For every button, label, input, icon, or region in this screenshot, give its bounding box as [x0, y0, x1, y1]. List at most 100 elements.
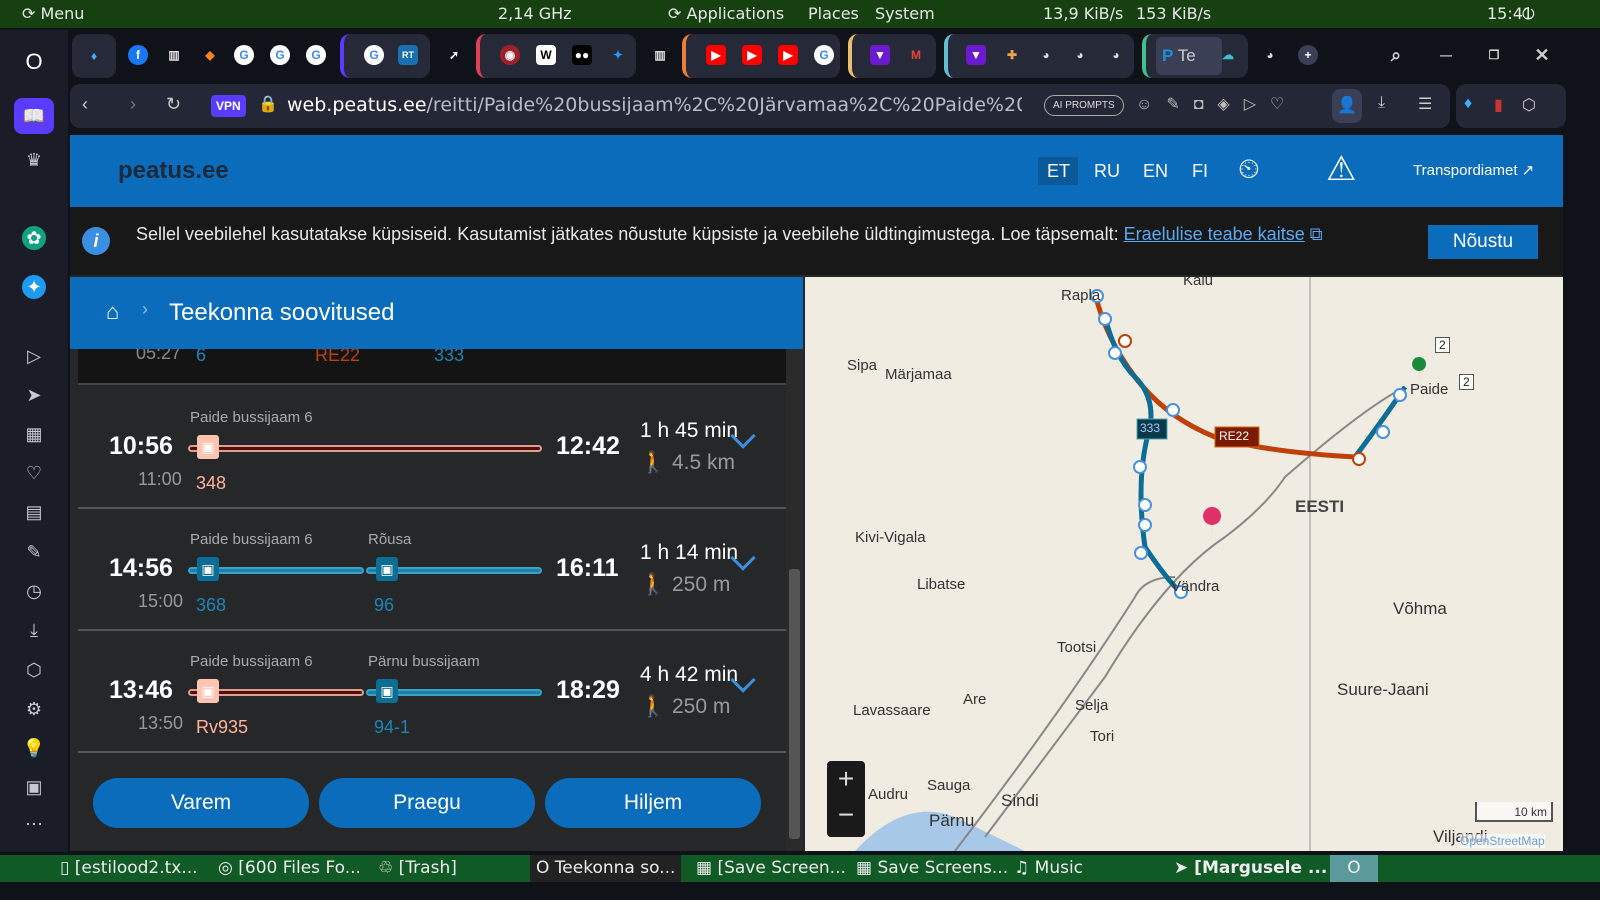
transport-link[interactable]: Transpordiamet ↗: [1413, 161, 1534, 179]
chatgpt-icon[interactable]: ✿: [22, 226, 46, 250]
site-logo[interactable]: peatus.ee: [118, 157, 229, 185]
download-icon[interactable]: ⤓: [22, 618, 46, 642]
lang-en[interactable]: EN: [1143, 161, 1168, 182]
taskbar-item[interactable]: ▦ Save Screens...: [856, 858, 1008, 878]
rt-tab-icon[interactable]: RT: [398, 45, 418, 65]
address-bar-actions[interactable]: ☺✎◘◈▷♡: [1136, 94, 1298, 114]
reader-icon[interactable]: 📖: [14, 98, 54, 134]
youtube-tab-icon[interactable]: ▶: [778, 45, 798, 65]
extension-icon[interactable]: ▮: [1494, 95, 1503, 115]
google-tab-icon[interactable]: G: [814, 45, 834, 65]
map-attribution[interactable]: OpenStreetMap: [1460, 834, 1545, 848]
taskbar-item[interactable]: ▦ [Save Screen...: [696, 858, 846, 878]
edit-icon[interactable]: ✎: [22, 540, 46, 564]
tab-icon[interactable]: ✚: [1002, 45, 1022, 65]
privacy-link[interactable]: Eraelulise teabe kaitse: [1124, 224, 1305, 244]
now-button[interactable]: Praegu: [319, 778, 535, 828]
warning-icon[interactable]: ⚠: [1326, 149, 1356, 189]
menu-button[interactable]: ⟳ Menu: [22, 4, 84, 23]
places-menu[interactable]: Places: [808, 4, 859, 23]
extension-icon[interactable]: ▣: [22, 775, 46, 799]
vpn-badge[interactable]: VPN: [211, 95, 246, 117]
archive-tab-icon[interactable]: ▥: [164, 45, 184, 65]
easy-setup-icon[interactable]: ☰: [1418, 94, 1432, 114]
forward-button[interactable]: ›: [130, 94, 136, 115]
globe-tab-icon[interactable]: ◕: [1070, 45, 1090, 65]
earlier-button[interactable]: Varem: [93, 778, 309, 828]
taskbar-item[interactable]: ➤ [Margusele ...: [1174, 858, 1327, 878]
youtube-tab-icon[interactable]: ▶: [706, 45, 726, 65]
metamask-tab-icon[interactable]: ◆: [200, 45, 220, 65]
zoom-in-button[interactable]: +: [827, 763, 865, 797]
applications-menu[interactable]: ⟳ Applications: [668, 4, 784, 23]
player-icon[interactable]: ▷: [22, 344, 46, 368]
taskbar-item[interactable]: ▯ [estilood2.tx...: [60, 858, 198, 878]
taskbar-item[interactable]: ♫ Music: [1014, 858, 1083, 878]
mail-tab-icon[interactable]: ▼: [870, 45, 890, 65]
restore-button[interactable]: ❐: [1484, 45, 1504, 65]
extension-icon[interactable]: ♦: [1464, 95, 1472, 113]
itinerary-row[interactable]: 13:46 13:50 Paide bussijaam 6 Pärnu buss…: [78, 631, 786, 753]
profile-icon[interactable]: 👤: [1332, 89, 1362, 123]
taskbar-item[interactable]: ♲ [Trash]: [378, 858, 457, 878]
taskbar-item-active[interactable]: O Teekonna so...: [530, 855, 682, 882]
globe-tab-icon[interactable]: ◕: [1106, 45, 1126, 65]
emi-tab-icon[interactable]: ➚: [444, 45, 464, 65]
archive-tab-icon[interactable]: ▥: [650, 45, 670, 65]
google-tab-icon[interactable]: G: [306, 45, 326, 65]
lang-ru[interactable]: RU: [1094, 161, 1120, 182]
taskbar-item[interactable]: ◎ [600 Files Fo...: [218, 858, 361, 878]
globe-tab-icon[interactable]: ◕: [1036, 45, 1056, 65]
workspace-switcher[interactable]: O: [1330, 855, 1378, 882]
news-icon[interactable]: ▤: [22, 500, 46, 524]
later-button[interactable]: Hiljem: [545, 778, 761, 828]
scrollbar-thumb[interactable]: [789, 569, 800, 839]
accept-cookies-button[interactable]: Nõustu: [1428, 225, 1538, 259]
cube-icon[interactable]: ⬡: [22, 658, 46, 682]
heart-icon[interactable]: ♡: [22, 461, 46, 485]
crown-icon[interactable]: ♛: [22, 148, 46, 172]
youtube-tab-icon[interactable]: ▶: [742, 45, 762, 65]
google-tab-icon[interactable]: G: [364, 45, 384, 65]
lang-fi[interactable]: FI: [1192, 161, 1208, 182]
map[interactable]: 333 RE22 2 2 Kaiu Rapla Sipa Märjamaa Pa…: [805, 277, 1563, 851]
ai-prompts-button[interactable]: AI PROMPTS: [1044, 95, 1124, 116]
tab-icon[interactable]: ◉: [500, 45, 520, 65]
google-tab-icon[interactable]: G: [270, 45, 290, 65]
google-tab-icon[interactable]: G: [234, 45, 254, 65]
tab-icon[interactable]: ♦: [84, 46, 104, 66]
globe-tab-icon[interactable]: ◕: [1260, 45, 1280, 65]
power-icon[interactable]: ⏻: [1522, 4, 1535, 24]
twitter-tab-icon[interactable]: ✦: [608, 45, 628, 65]
more-icon[interactable]: ⋯: [22, 812, 46, 836]
system-menu[interactable]: System: [875, 4, 935, 23]
mail-tab-icon[interactable]: ▼: [966, 45, 986, 65]
lang-et[interactable]: ET: [1047, 161, 1070, 182]
extensions-icon[interactable]: ⬡: [1522, 95, 1536, 115]
medium-tab-icon[interactable]: ●●: [572, 45, 592, 65]
lightbulb-icon[interactable]: 💡: [22, 736, 46, 760]
apps-icon[interactable]: ▦: [22, 422, 46, 446]
lock-icon[interactable]: 🔒: [258, 94, 278, 114]
back-button[interactable]: ‹: [82, 94, 88, 115]
minimize-button[interactable]: —: [1436, 45, 1456, 65]
close-window-button[interactable]: ✕: [1532, 45, 1552, 65]
scrollbar[interactable]: [786, 349, 803, 851]
itinerary-row[interactable]: 14:56 15:00 Paide bussijaam 6 Rõusa ▣ ▣ …: [78, 509, 786, 631]
gmail-tab-icon[interactable]: M: [906, 45, 926, 65]
tab-icon[interactable]: ☁: [1218, 45, 1238, 65]
home-icon[interactable]: ⌂: [106, 299, 119, 325]
history-icon[interactable]: ◷: [22, 579, 46, 603]
search-tabs-icon[interactable]: ⌕: [1386, 45, 1406, 65]
send-icon[interactable]: ➤: [22, 383, 46, 407]
downloads-icon[interactable]: ⤓: [1378, 94, 1385, 112]
url-field[interactable]: web.peatus.ee/reitti/Paide%20bussijaam%2…: [287, 94, 1022, 116]
timetable-icon[interactable]: ⏲: [1238, 153, 1260, 186]
new-tab-button[interactable]: +: [1298, 45, 1318, 65]
itinerary-row[interactable]: 10:56 11:00 Paide bussijaam 6 ▣ 348 12:4…: [78, 387, 786, 509]
itinerary-row-partial[interactable]: 05:27 6 RE22 333: [78, 349, 786, 385]
facebook-tab-icon[interactable]: f: [128, 45, 148, 65]
twitter-icon[interactable]: ✦: [22, 275, 46, 299]
wikipedia-tab-icon[interactable]: W: [536, 45, 556, 65]
reload-button[interactable]: ↻: [166, 94, 181, 115]
